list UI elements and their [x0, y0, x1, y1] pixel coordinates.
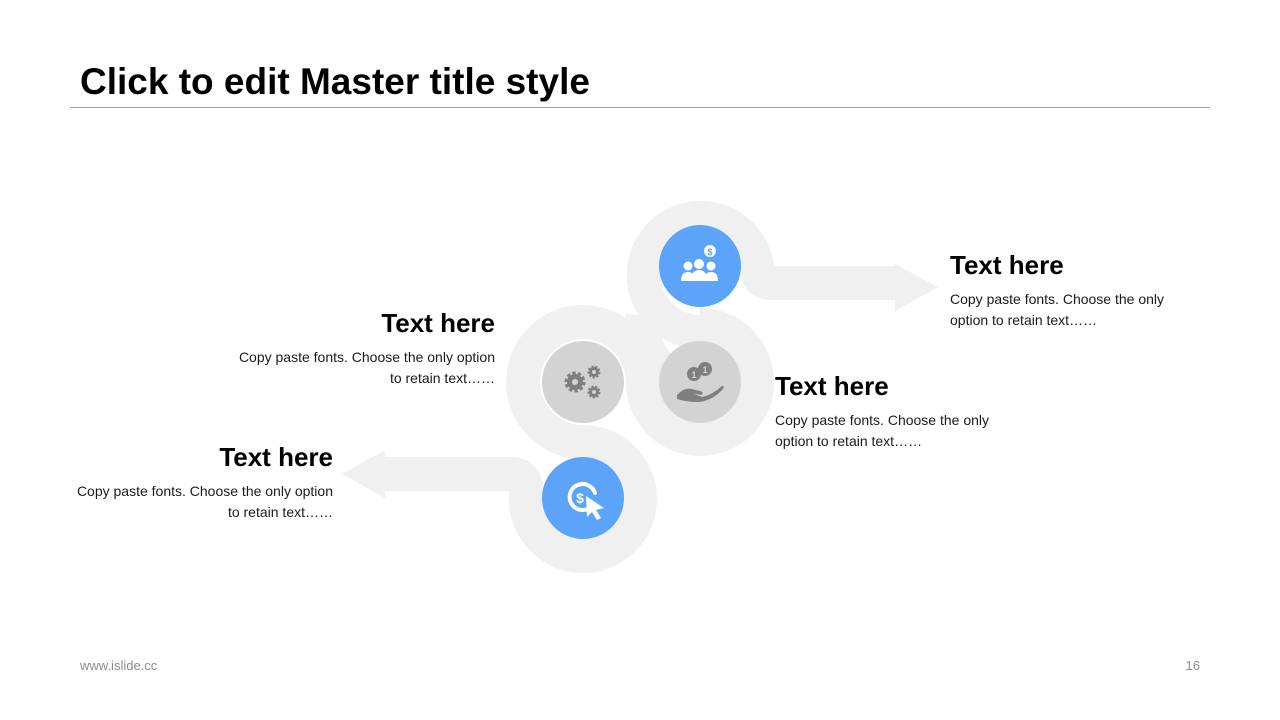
step-heading[interactable]: Text here	[950, 249, 1190, 281]
page-number: 16	[1185, 658, 1200, 673]
svg-text:1: 1	[691, 370, 696, 380]
step-body[interactable]: Copy paste fonts. Choose the only option…	[235, 347, 495, 389]
step-text-right: Text here Copy paste fonts. Choose the o…	[775, 370, 1015, 452]
svg-text:$: $	[707, 247, 712, 257]
svg-text:1: 1	[702, 365, 707, 375]
step-heading[interactable]: Text here	[775, 370, 1015, 402]
step-heading[interactable]: Text here	[235, 307, 495, 339]
footer-website: www.islide.cc	[80, 658, 158, 673]
process-diagram: $ 1 1 $	[342, 201, 938, 573]
step-body[interactable]: Copy paste fonts. Choose the only option…	[775, 410, 1015, 452]
arrow-head-left	[342, 450, 385, 498]
arrow-head-right	[895, 264, 938, 311]
step-circle-top[interactable]: $	[659, 225, 741, 307]
step-circle-right[interactable]: 1 1	[659, 341, 741, 423]
step-text-left: Text here Copy paste fonts. Choose the o…	[235, 307, 495, 389]
step-text-bottom: Text here Copy paste fonts. Choose the o…	[73, 441, 333, 523]
step-circle-bottom[interactable]: $	[542, 457, 624, 539]
circle-gray-right	[659, 341, 741, 423]
step-text-top: Text here Copy paste fonts. Choose the o…	[950, 249, 1190, 331]
step-circle-left[interactable]	[542, 341, 624, 423]
step-body[interactable]: Copy paste fonts. Choose the only option…	[73, 481, 333, 523]
svg-text:$: $	[576, 490, 584, 506]
step-body[interactable]: Copy paste fonts. Choose the only option…	[950, 289, 1190, 331]
step-heading[interactable]: Text here	[73, 441, 333, 473]
